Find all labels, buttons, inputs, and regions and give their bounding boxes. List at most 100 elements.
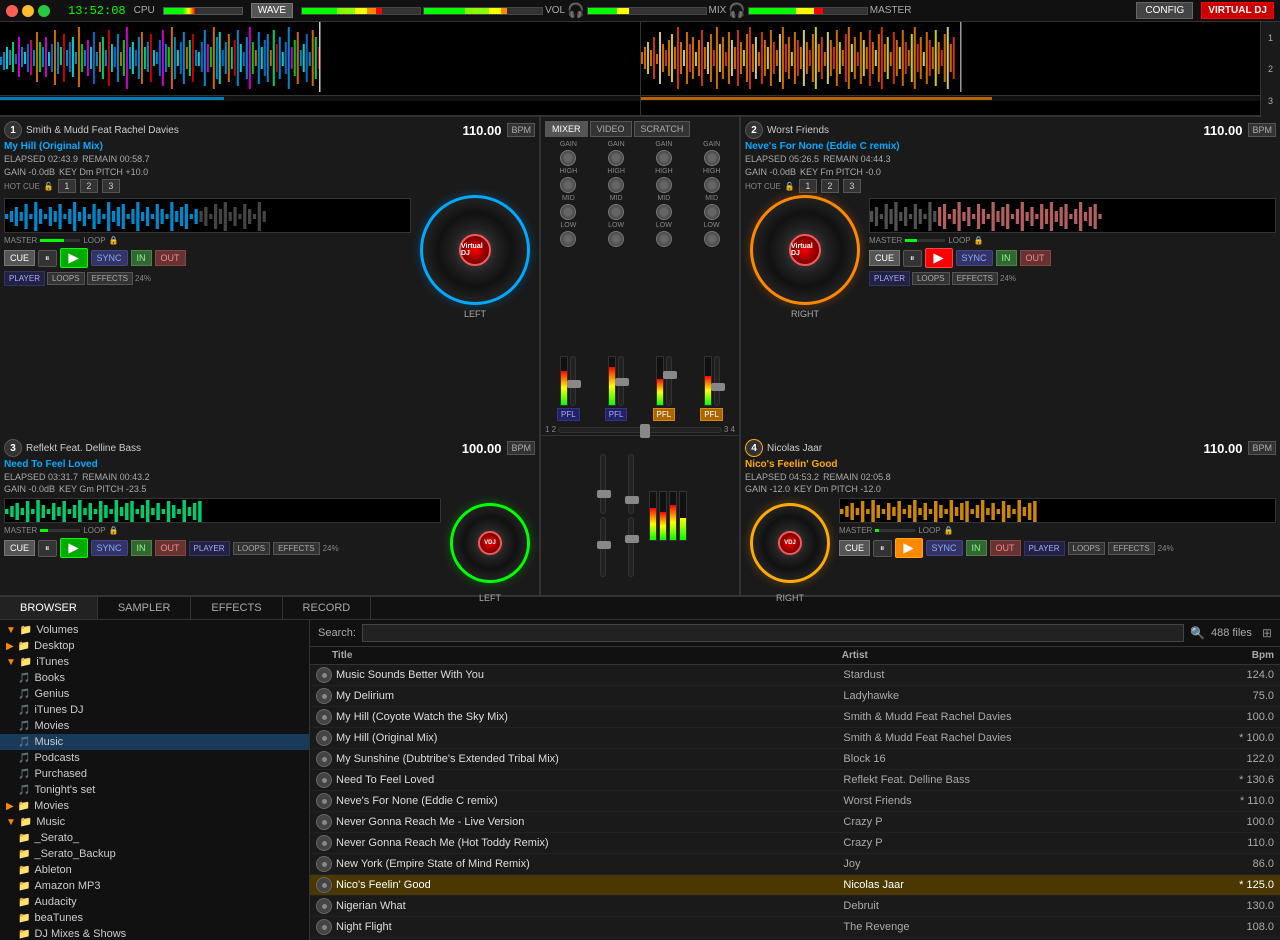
- sidebar-item-dj-mixes[interactable]: 📁 DJ Mixes & Shows: [0, 926, 309, 940]
- deck4-loops-btn[interactable]: LOOPS: [1068, 542, 1106, 555]
- deck1-pause-btn[interactable]: ⏸: [38, 250, 57, 267]
- track-row[interactable]: My Hill (Coyote Watch the Sky Mix)Smith …: [310, 707, 1280, 728]
- deck4-sync-btn[interactable]: SYNC: [926, 540, 963, 556]
- mixer-tab-mixer[interactable]: MIXER: [545, 121, 588, 137]
- deck2-waveform[interactable]: [869, 198, 1276, 233]
- sidebar-item-serato[interactable]: 📁 _Serato_: [0, 830, 309, 846]
- deck1-hc2[interactable]: 2: [80, 179, 98, 193]
- deck2-hc1[interactable]: 1: [799, 179, 817, 193]
- mixer-tab-scratch[interactable]: SCRATCH: [634, 121, 691, 137]
- deck2-pause-btn[interactable]: ⏸: [903, 250, 922, 267]
- deck1-play-btn[interactable]: ▶: [60, 248, 88, 268]
- sidebar-item-amazon[interactable]: 📁 Amazon MP3: [0, 878, 309, 894]
- sidebar-item-genius[interactable]: 🎵 Genius: [0, 686, 309, 702]
- deck4-waveform[interactable]: [839, 498, 1276, 523]
- sidebar-item-movies[interactable]: 🎵 Movies: [0, 718, 309, 734]
- ch3-fader[interactable]: [666, 356, 672, 406]
- deck3-loops-btn[interactable]: LOOPS: [233, 542, 271, 555]
- sidebar-item-tonights-set[interactable]: 🎵 Tonight's set: [0, 782, 309, 798]
- ch4-low-knob[interactable]: [704, 231, 720, 247]
- sidebar-item-purchased[interactable]: 🎵 Purchased: [0, 766, 309, 782]
- deck3-out-btn[interactable]: OUT: [155, 540, 186, 556]
- deck3-waveform[interactable]: [4, 498, 441, 523]
- deck1-hc3[interactable]: 3: [102, 179, 120, 193]
- sidebar-item-books[interactable]: 🎵 Books: [0, 670, 309, 686]
- browser-tab-record[interactable]: RECORD: [283, 597, 372, 619]
- sidebar-item-serato-backup[interactable]: 📁 _Serato_Backup: [0, 846, 309, 862]
- view-toggle-icon[interactable]: ⊞: [1262, 626, 1272, 640]
- deck1-loops-btn[interactable]: LOOPS: [47, 272, 85, 285]
- ch2-gain-knob[interactable]: [608, 150, 624, 166]
- ch3-gain-knob[interactable]: [656, 150, 672, 166]
- deck4-effects-btn[interactable]: EFFECTS: [1108, 542, 1154, 555]
- ch2-pfl-btn[interactable]: PFL: [605, 408, 628, 421]
- deck1-hc1[interactable]: 1: [58, 179, 76, 193]
- ch2-low-knob[interactable]: [608, 231, 624, 247]
- ch3-mid-knob[interactable]: [656, 204, 672, 220]
- track-row[interactable]: Nico's Feelin' GoodNicolas Jaar* 125.0: [310, 875, 1280, 896]
- sidebar-item-movies2[interactable]: ▶ 📁 Movies: [0, 798, 309, 814]
- search-input[interactable]: [362, 624, 1184, 642]
- deck3-player-btn[interactable]: PLAYER: [189, 541, 230, 556]
- browser-tab-effects[interactable]: EFFECTS: [191, 597, 282, 619]
- sidebar-item-desktop[interactable]: ▶ 📁 Desktop: [0, 638, 309, 654]
- track-row[interactable]: Music Sounds Better With YouStardust124.…: [310, 665, 1280, 686]
- deck1-effects-btn[interactable]: EFFECTS: [87, 272, 133, 285]
- sidebar-item-volumes[interactable]: ▼ 📁 Volumes: [0, 622, 309, 638]
- deck2-hc2[interactable]: 2: [821, 179, 839, 193]
- track-row[interactable]: Neve's For None (Eddie C remix)Worst Fri…: [310, 791, 1280, 812]
- sidebar-item-itunesdj[interactable]: 🎵 iTunes DJ: [0, 702, 309, 718]
- waveform-right[interactable]: [641, 22, 1280, 115]
- deck4-pause-btn[interactable]: ⏸: [873, 540, 892, 557]
- config-button[interactable]: CONFIG: [1136, 2, 1193, 19]
- deck3-effects-btn[interactable]: EFFECTS: [273, 542, 319, 555]
- close-btn[interactable]: [6, 5, 18, 17]
- ch4-pfl-btn[interactable]: PFL: [700, 408, 723, 421]
- deck1-player-btn[interactable]: PLAYER: [4, 271, 45, 286]
- ch3-pfl-btn[interactable]: PFL: [653, 408, 676, 421]
- mini-btn-1[interactable]: 1: [1268, 33, 1273, 43]
- ch2-high-knob[interactable]: [608, 177, 624, 193]
- track-row[interactable]: My DeliriumLadyhawke75.0: [310, 686, 1280, 707]
- track-row[interactable]: My Sunshine (Dubtribe's Extended Tribal …: [310, 749, 1280, 770]
- waveform-left[interactable]: [0, 22, 641, 115]
- sidebar-item-ableton[interactable]: 📁 Ableton: [0, 862, 309, 878]
- mini-btn-3[interactable]: 3: [1268, 96, 1273, 106]
- deck4-turntable[interactable]: VDJ: [750, 503, 830, 583]
- track-row[interactable]: Never Gonna Reach Me (Hot Toddy Remix)Cr…: [310, 833, 1280, 854]
- browser-tab-browser[interactable]: BROWSER: [0, 597, 98, 619]
- deck1-in-btn[interactable]: IN: [131, 250, 152, 266]
- deck2-play-btn[interactable]: ▶: [925, 248, 953, 268]
- crossfader[interactable]: [558, 427, 722, 433]
- deck4-player-btn[interactable]: PLAYER: [1024, 541, 1065, 556]
- ch1-mid-knob[interactable]: [560, 204, 576, 220]
- ch1-pfl-btn[interactable]: PFL: [557, 408, 580, 421]
- deck1-turntable[interactable]: Virtual DJ: [420, 195, 530, 305]
- track-row[interactable]: My Hill (Original Mix)Smith & Mudd Feat …: [310, 728, 1280, 749]
- deck2-effects-btn[interactable]: EFFECTS: [952, 272, 998, 285]
- ch1-low-knob[interactable]: [560, 231, 576, 247]
- ch1-high-knob[interactable]: [560, 177, 576, 193]
- deck1-cue-btn[interactable]: CUE: [4, 250, 35, 266]
- sidebar-item-podcasts[interactable]: 🎵 Podcasts: [0, 750, 309, 766]
- browser-tab-sampler[interactable]: SAMPLER: [98, 597, 192, 619]
- ch1-fader[interactable]: [570, 356, 576, 406]
- track-row[interactable]: Never Gonna Reach Me - Live VersionCrazy…: [310, 812, 1280, 833]
- deck4-in-btn[interactable]: IN: [966, 540, 987, 556]
- deck2-cue-btn[interactable]: CUE: [869, 250, 900, 266]
- deck4-play-btn[interactable]: ▶: [895, 538, 923, 558]
- mini-btn-2[interactable]: 2: [1268, 64, 1273, 74]
- ch3-high-knob[interactable]: [656, 177, 672, 193]
- ch4-high-knob[interactable]: [704, 177, 720, 193]
- ch4-fader[interactable]: [714, 356, 720, 406]
- deck2-turntable[interactable]: Virtual DJ: [750, 195, 860, 305]
- deck4-out-btn[interactable]: OUT: [990, 540, 1021, 556]
- deck4-cue-btn[interactable]: CUE: [839, 540, 870, 556]
- ch4-gain-knob[interactable]: [704, 150, 720, 166]
- deck2-out-btn[interactable]: OUT: [1020, 250, 1051, 266]
- track-row[interactable]: Night FlightThe Revenge108.0: [310, 917, 1280, 938]
- sidebar-item-music[interactable]: 🎵 Music: [0, 734, 309, 750]
- maximize-btn[interactable]: [38, 5, 50, 17]
- deck2-loops-btn[interactable]: LOOPS: [912, 272, 950, 285]
- deck3-cue-btn[interactable]: CUE: [4, 540, 35, 556]
